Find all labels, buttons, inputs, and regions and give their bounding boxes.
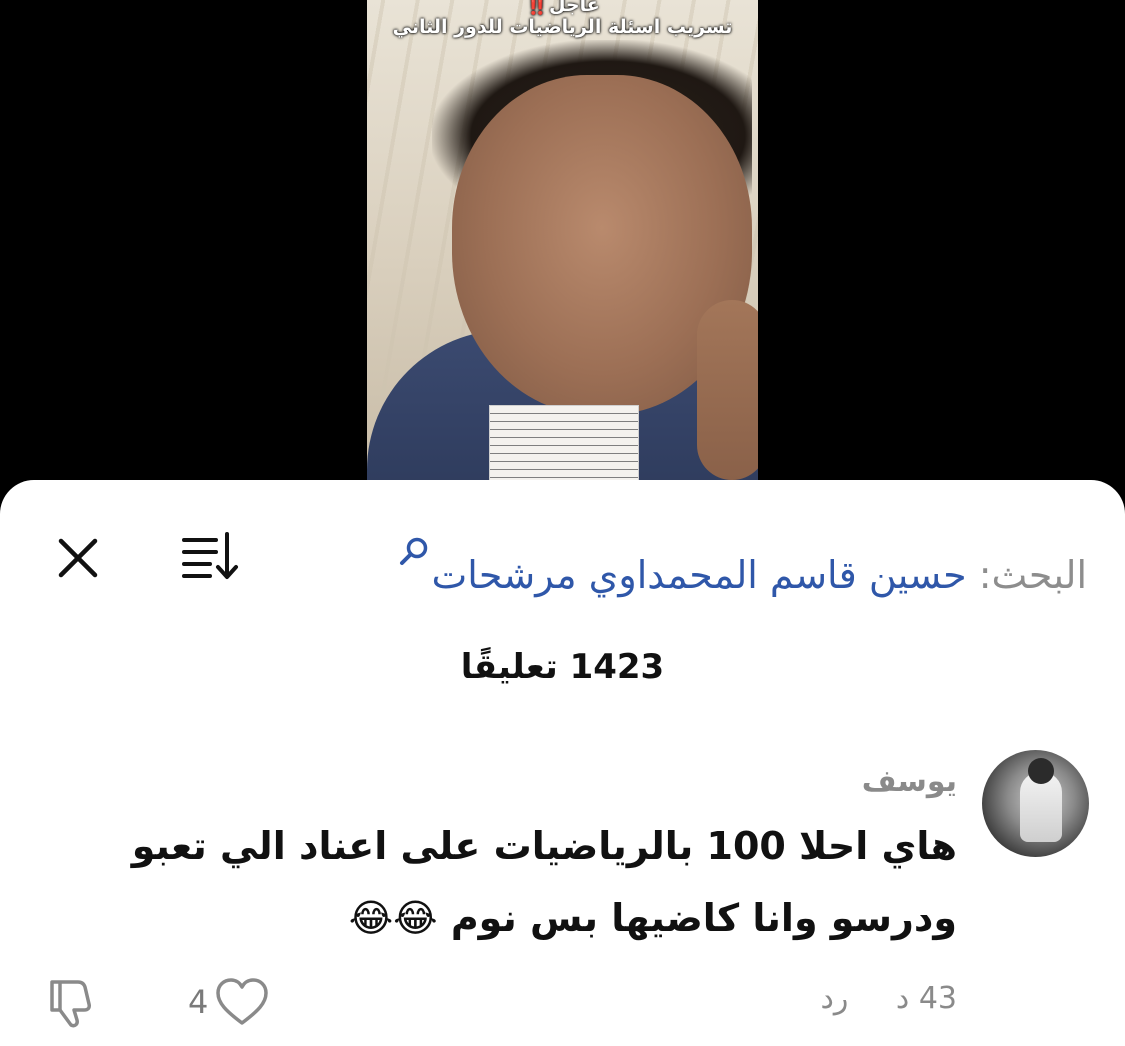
thumbs-down-icon[interactable] xyxy=(44,974,102,1030)
reply-button[interactable]: رد xyxy=(821,981,849,1016)
sort-button[interactable] xyxy=(180,528,242,582)
comments-sheet: البحث: حسين قاسم المحمداوي مرشحات 1423 ت… xyxy=(0,480,1125,1046)
sheet-header: البحث: حسين قاسم المحمداوي مرشحات xyxy=(0,480,1125,630)
comments-count: 1423 تعليقًا xyxy=(460,647,665,687)
comment-text: هاي احلا 100 بالرياضيات على اعناد الي تع… xyxy=(97,810,957,954)
avatar-head xyxy=(1028,758,1054,784)
close-button[interactable] xyxy=(52,532,104,584)
like-count: 4 xyxy=(188,983,209,1021)
comment-meta: 43 د رد xyxy=(821,974,958,1024)
heart-icon[interactable] xyxy=(214,975,270,1029)
video-exam-paper xyxy=(489,405,639,480)
comment-username[interactable]: يوسف xyxy=(862,760,957,804)
video-caption: عاجل‼️ تسريب اسئلة الرياضيات للدور الثان… xyxy=(367,0,758,38)
search-query[interactable]: حسين قاسم المحمداوي مرشحات xyxy=(432,553,967,597)
comment-timestamp: 43 د xyxy=(895,981,957,1016)
search-icon xyxy=(398,520,430,565)
sort-icon xyxy=(182,532,238,579)
close-icon xyxy=(58,538,98,578)
like-group: 4 xyxy=(188,974,270,1030)
comment-text-line-2: ودرسو وانا كاضيها بس نوم 😂😂 xyxy=(348,896,957,940)
comment-text-line-1: هاي احلا 100 بالرياضيات على اعناد الي تع… xyxy=(131,824,957,868)
caption-line-2: تسريب اسئلة الرياضيات للدور الثاني xyxy=(392,16,733,38)
caption-line-1: عاجل‼️ xyxy=(367,0,758,16)
caption-title: عاجل xyxy=(548,0,600,16)
video-area[interactable]: عاجل‼️ تسريب اسئلة الرياضيات للدور الثان… xyxy=(0,0,1125,500)
avatar[interactable] xyxy=(982,750,1089,857)
video-frame[interactable] xyxy=(367,0,758,480)
video-person-hand xyxy=(697,300,758,480)
warning-icon: ‼️ xyxy=(525,0,549,16)
search-query-bar[interactable]: البحث: حسين قاسم المحمداوي مرشحات xyxy=(398,520,1087,610)
search-label: البحث: xyxy=(966,553,1087,597)
